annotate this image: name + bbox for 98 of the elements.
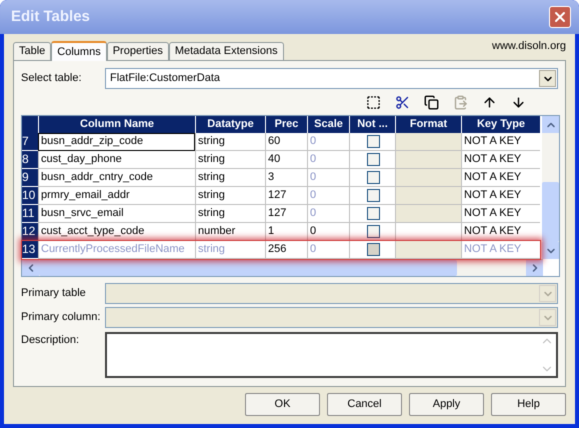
- table-cell: busn_srvc_email: [38, 205, 195, 223]
- format-cell: [395, 205, 461, 223]
- primary-column-label: Primary column:: [21, 310, 102, 326]
- cut-icon: [395, 94, 410, 110]
- table-cell: 0: [307, 205, 349, 223]
- dialog-button[interactable]: Help: [491, 393, 566, 416]
- scroll-thumb[interactable]: [542, 182, 559, 242]
- table-cell: cust_day_phone: [38, 151, 195, 169]
- checkbox[interactable]: [367, 225, 380, 238]
- down-arrow-icon: [511, 94, 526, 110]
- table-cell: cust_acct_type_code: [38, 223, 195, 241]
- table-cell: NOT A KEY: [461, 241, 540, 259]
- format-cell: [395, 187, 461, 205]
- table-row[interactable]: 8 cust_day_phone string 40 0 NOT A KEY: [22, 151, 540, 169]
- checkbox[interactable]: [367, 135, 380, 148]
- table-cell: string: [195, 187, 265, 205]
- description-label: Description:: [21, 333, 80, 348]
- row-number: 12: [22, 223, 38, 241]
- column-header[interactable]: Scale: [307, 116, 349, 133]
- table-cell: 0: [307, 241, 349, 259]
- table-cell: NOT A KEY: [461, 223, 540, 241]
- table-cell: string: [195, 133, 265, 151]
- tab[interactable]: Metadata Extensions: [168, 42, 284, 60]
- table-cell: 0: [307, 133, 349, 151]
- table-cell: string: [195, 169, 265, 187]
- table-cell: CurrentlyProcessedFileName: [38, 241, 195, 259]
- table-cell: 127: [265, 205, 307, 223]
- table-cell: string: [195, 241, 265, 259]
- table-cell: busn_addr_zip_code: [38, 133, 195, 151]
- close-icon: [552, 9, 568, 25]
- row-number: 8: [22, 151, 38, 169]
- description-field[interactable]: [105, 332, 558, 378]
- column-header[interactable]: Key Type: [461, 116, 540, 133]
- table-cell: NOT A KEY: [461, 151, 540, 169]
- row-number: 7: [22, 133, 38, 151]
- column-header[interactable]: Column Name: [38, 116, 195, 133]
- table-cell: NOT A KEY: [461, 133, 540, 151]
- table-cell: busn_addr_cntry_code: [38, 169, 195, 187]
- window-title: Edit Tables: [11, 6, 90, 27]
- table-row[interactable]: 9 busn_addr_cntry_code string 3 0 NOT A KEY: [22, 169, 540, 187]
- table-cell: 40: [265, 151, 307, 169]
- checkbox[interactable]: [367, 207, 380, 220]
- table-cell: 256: [265, 241, 307, 259]
- table-cell: number: [195, 223, 265, 241]
- select-table-label: Select table:: [21, 71, 83, 86]
- table-cell: NOT A KEY: [461, 205, 540, 223]
- table-row[interactable]: 12 cust_acct_type_code number 1 0 NOT A KEY: [22, 223, 540, 241]
- copy-button[interactable]: [422, 92, 441, 112]
- row-number: 9: [22, 169, 38, 187]
- table-cell: 60: [265, 133, 307, 151]
- checkbox[interactable]: [367, 189, 380, 202]
- table-row[interactable]: 10 prmry_email_addr string 127 0 NOT A KEY: [22, 187, 540, 205]
- table-cell: 1: [265, 223, 307, 241]
- column-header[interactable]: Datatype: [195, 116, 265, 133]
- tab[interactable]: Properties: [106, 42, 169, 60]
- table-cell: string: [195, 151, 265, 169]
- table-cell: string: [195, 205, 265, 223]
- table-cell: NOT A KEY: [461, 187, 540, 205]
- checkbox[interactable]: [367, 171, 380, 184]
- table-cell: 0: [307, 187, 349, 205]
- primary-table-label: Primary table: [21, 286, 87, 302]
- format-cell: [395, 151, 461, 169]
- scroll-left-icon: [22, 260, 39, 276]
- row-number: 13: [22, 241, 38, 259]
- format-cell: [395, 241, 461, 259]
- vertical-scrollbar[interactable]: [542, 116, 559, 259]
- table-cell: NOT A KEY: [461, 169, 540, 187]
- scroll-up-icon: [542, 116, 559, 133]
- table-row[interactable]: 11 busn_srvc_email string 127 0 NOT A KEY: [22, 205, 540, 223]
- scroll-thumb[interactable]: [39, 260, 457, 276]
- table-cell: 0: [307, 151, 349, 169]
- dialog-button[interactable]: Apply: [409, 393, 484, 416]
- table-row[interactable]: 7 busn_addr_zip_code string 60 0 NOT A KEY: [22, 133, 540, 151]
- row-number: 10: [22, 187, 38, 205]
- column-header[interactable]: Prec: [265, 116, 307, 133]
- checkbox[interactable]: [367, 153, 380, 166]
- select-table-dropdown[interactable]: FlatFile:CustomerData: [105, 68, 558, 89]
- table-cell: 127: [265, 187, 307, 205]
- format-cell: [395, 133, 461, 151]
- website-label: www.disoln.org: [492, 38, 566, 54]
- paste-icon: [453, 94, 468, 110]
- table-cell: 0: [307, 223, 349, 241]
- dialog-button[interactable]: Cancel: [327, 393, 402, 416]
- scroll-right-icon: [526, 260, 543, 276]
- scroll-down-icon: [542, 242, 559, 259]
- table-cell: 3: [265, 169, 307, 187]
- tab[interactable]: Columns: [51, 41, 107, 61]
- format-cell: [395, 169, 461, 187]
- copy-icon: [424, 94, 439, 110]
- new-item-icon: [366, 94, 381, 110]
- table-cell: prmry_email_addr: [38, 187, 195, 205]
- column-header[interactable]: Not ...: [349, 116, 395, 133]
- row-number: 11: [22, 205, 38, 223]
- dialog-button[interactable]: OK: [245, 393, 320, 416]
- close-button[interactable]: [549, 6, 571, 28]
- tab[interactable]: Table: [13, 42, 52, 60]
- table-cell: 0: [307, 169, 349, 187]
- horizontal-scrollbar[interactable]: [22, 259, 543, 276]
